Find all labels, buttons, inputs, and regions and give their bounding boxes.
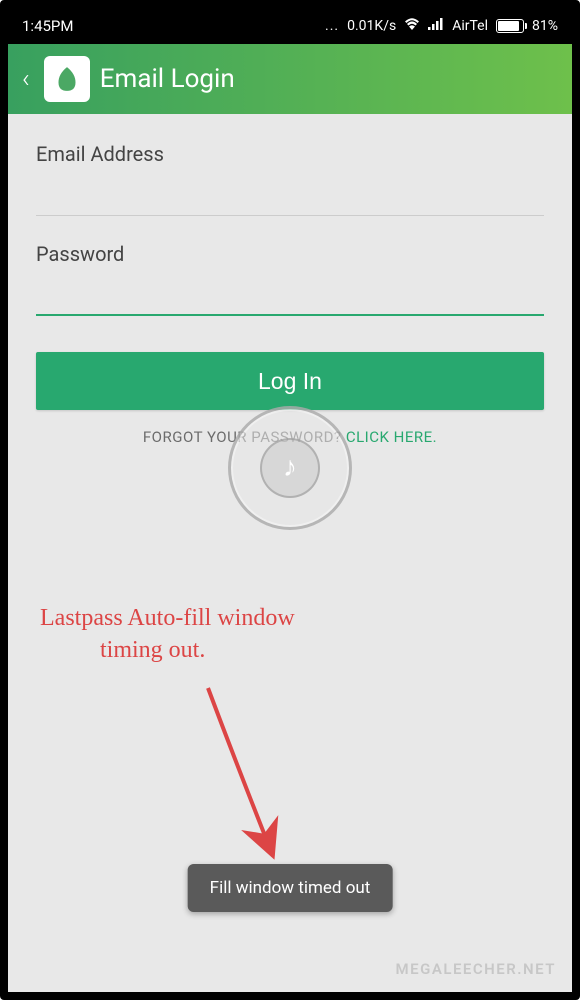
wifi-icon <box>404 18 420 34</box>
page-title: Email Login <box>100 64 235 94</box>
status-speed: 0.01K/s <box>347 18 396 34</box>
password-label: Password <box>36 242 544 266</box>
back-button[interactable]: ‹ <box>18 64 34 94</box>
login-button[interactable]: Log In <box>36 352 544 410</box>
battery-percent: 81% <box>532 18 558 34</box>
password-input[interactable] <box>36 276 544 316</box>
forgot-link[interactable]: CLICK HERE. <box>346 428 437 446</box>
email-label: Email Address <box>36 142 544 166</box>
toast-message: Fill window timed out <box>188 864 393 912</box>
app-header: ‹ Email Login <box>8 44 572 114</box>
battery-icon <box>496 19 524 33</box>
status-bar: 1:45PM ... 0.01K/s AirTel 81% <box>8 8 572 44</box>
status-right: ... 0.01K/s AirTel 81% <box>325 18 558 34</box>
status-dots: ... <box>325 18 339 34</box>
app-logo <box>44 56 90 102</box>
annotation-line2: timing out. <box>40 634 295 666</box>
status-time: 1:45PM <box>22 17 73 35</box>
annotation-line1: Lastpass Auto-fill window <box>40 602 295 634</box>
login-form: Email Address Password Log In FORGOT YOU… <box>8 114 572 446</box>
watermark: MEGALEECHER.NET <box>396 960 556 978</box>
status-carrier: AirTel <box>452 18 488 34</box>
annotation-arrow <box>188 678 308 878</box>
music-note-icon: ♪ <box>283 450 297 483</box>
signal-icon <box>428 18 444 34</box>
spinner-inner: ♪ <box>260 438 320 498</box>
loading-spinner: ♪ <box>228 406 352 530</box>
email-input[interactable] <box>36 176 544 216</box>
annotation-text: Lastpass Auto-fill window timing out. <box>40 602 295 667</box>
